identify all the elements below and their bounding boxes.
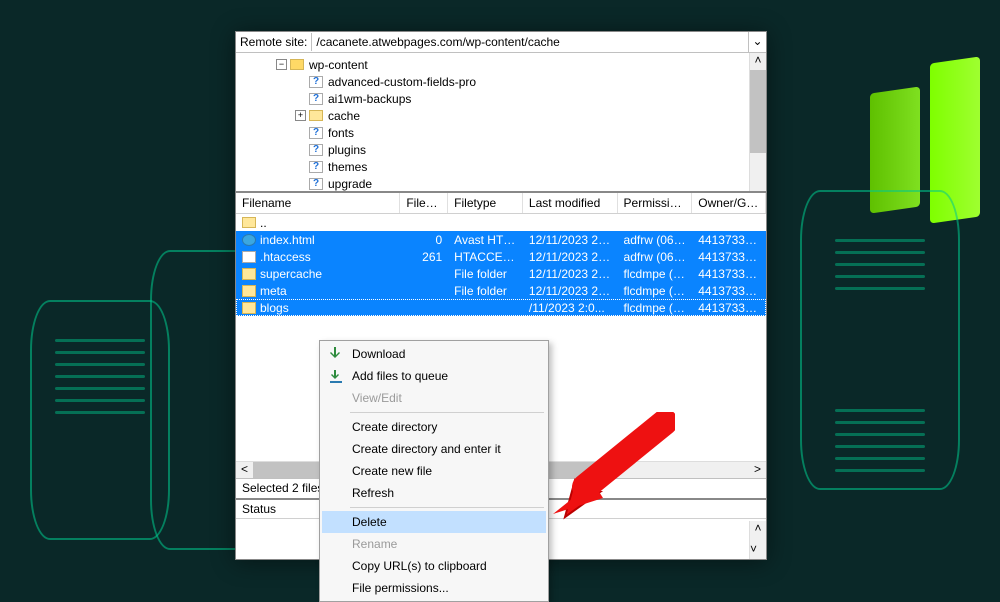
tree-row[interactable]: upgrade [238, 175, 764, 192]
ctx-create-new-file[interactable]: Create new file [322, 460, 546, 482]
folder-up-icon [242, 217, 256, 228]
ctx-file-permissions[interactable]: File permissions... [322, 577, 546, 599]
tree-row[interactable]: themes [238, 158, 764, 175]
ctx-delete[interactable]: Delete [322, 511, 546, 533]
status-scrollbar-vertical[interactable]: ˄ ˅ [749, 521, 766, 559]
remote-site-label: Remote site: [236, 33, 312, 51]
column-owner[interactable]: Owner/Grou [692, 193, 766, 213]
tree-label: advanced-custom-fields-pro [326, 75, 478, 89]
column-modified[interactable]: Last modified [523, 193, 618, 213]
context-menu: Download Add files to queue View/Edit Cr… [319, 340, 549, 602]
tree-label: wp-content [307, 58, 370, 72]
tree-row[interactable]: ai1wm-backups [238, 90, 764, 107]
tree-label: ai1wm-backups [326, 92, 413, 106]
unknown-folder-icon [309, 93, 323, 105]
collapse-icon[interactable]: − [276, 59, 287, 70]
tree-label: upgrade [326, 177, 374, 191]
ctx-view-edit: View/Edit [322, 387, 546, 409]
scroll-right-icon[interactable]: > [749, 462, 766, 478]
file-list: .. index.html 0 Avast HTM... 12/11/2023 … [236, 214, 766, 316]
column-permissions[interactable]: Permissions [618, 193, 693, 213]
tree-scrollbar-vertical[interactable]: ˄ [749, 53, 766, 191]
ctx-download[interactable]: Download [322, 343, 546, 365]
file-row[interactable]: blogs /11/2023 2:0... flcdmpe (0... 4413… [236, 299, 766, 316]
updir-label: .. [260, 216, 267, 230]
ctx-create-directory-enter[interactable]: Create directory and enter it [322, 438, 546, 460]
tree-row[interactable]: advanced-custom-fields-pro [238, 73, 764, 90]
scroll-up-icon[interactable]: ˄ [750, 521, 766, 538]
expand-icon[interactable]: + [295, 110, 306, 121]
tree-label: themes [326, 160, 369, 174]
html-file-icon [242, 234, 256, 246]
add-queue-icon [328, 368, 344, 384]
unknown-folder-icon [309, 178, 323, 190]
folder-icon [242, 302, 256, 314]
tree-row[interactable]: − wp-content [238, 56, 764, 73]
ctx-copy-url[interactable]: Copy URL(s) to clipboard [322, 555, 546, 577]
unknown-folder-icon [309, 127, 323, 139]
folder-open-icon [290, 59, 304, 70]
file-row-updir[interactable]: .. [236, 214, 766, 231]
tree-label: fonts [326, 126, 356, 140]
folder-icon [242, 268, 256, 280]
file-row[interactable]: supercache File folder 12/11/2023 2:0...… [236, 265, 766, 282]
file-row[interactable]: .htaccess 261 HTACCESS ... 12/11/2023 2:… [236, 248, 766, 265]
download-icon [328, 346, 344, 362]
file-row[interactable]: meta File folder 12/11/2023 2:0... flcdm… [236, 282, 766, 299]
tree-row[interactable]: + cache [238, 107, 764, 124]
ctx-rename: Rename [322, 533, 546, 555]
remote-site-input[interactable] [312, 32, 748, 52]
ctx-add-to-queue[interactable]: Add files to queue [322, 365, 546, 387]
file-list-header: Filename Filesize Filetype Last modified… [236, 193, 766, 214]
column-filetype[interactable]: Filetype [448, 193, 523, 213]
unknown-folder-icon [309, 76, 323, 88]
scroll-left-icon[interactable]: < [236, 462, 253, 478]
ctx-separator [350, 412, 544, 413]
unknown-folder-icon [309, 161, 323, 173]
ctx-separator [350, 507, 544, 508]
scroll-thumb[interactable] [750, 70, 766, 153]
tree-row[interactable]: plugins [238, 141, 764, 158]
column-filename[interactable]: Filename [236, 193, 400, 213]
folder-icon [242, 285, 256, 297]
scroll-up-icon[interactable]: ˄ [750, 53, 766, 70]
file-icon [242, 251, 256, 263]
remote-site-dropdown-icon[interactable]: ⌄ [748, 32, 766, 52]
tree-row[interactable]: fonts [238, 124, 764, 141]
ctx-refresh[interactable]: Refresh [322, 482, 546, 504]
tree-label: cache [326, 109, 362, 123]
ctx-create-directory[interactable]: Create directory [322, 416, 546, 438]
remote-site-row: Remote site: ⌄ [236, 32, 766, 53]
unknown-folder-icon [309, 144, 323, 156]
column-filesize[interactable]: Filesize [400, 193, 448, 213]
tree-label: plugins [326, 143, 368, 157]
file-row[interactable]: index.html 0 Avast HTM... 12/11/2023 2:0… [236, 231, 766, 248]
folder-icon [309, 110, 323, 121]
directory-tree-pane: − wp-content advanced-custom-fields-pro a… [236, 53, 766, 193]
scroll-down-icon[interactable]: ˅ [750, 542, 757, 559]
